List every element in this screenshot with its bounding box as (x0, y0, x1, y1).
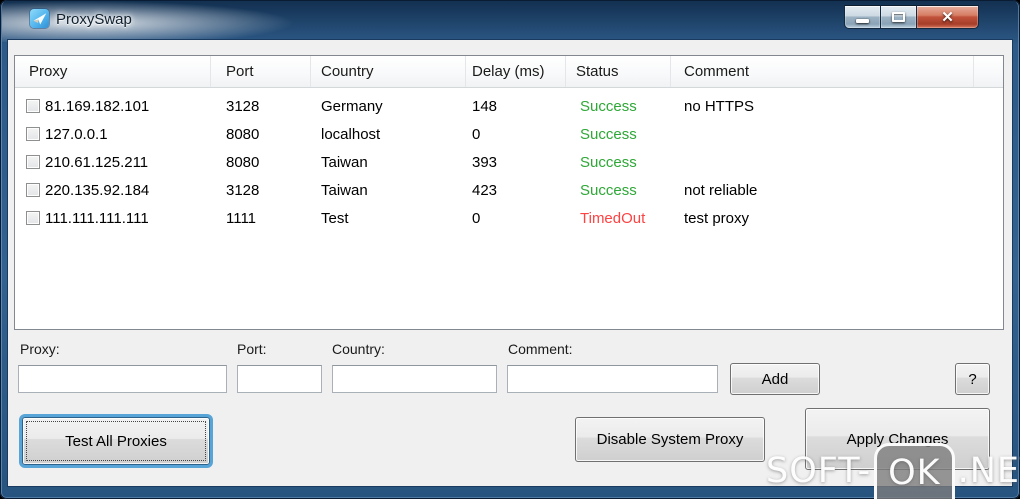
help-button[interactable]: ? (955, 363, 990, 395)
table-row[interactable]: 81.169.182.101 3128 Germany 148 Success … (15, 92, 1003, 120)
cell-proxy: 127.0.0.1 (45, 125, 108, 143)
table-row[interactable]: 111.111.111.111 1111 Test 0 TimedOut tes… (15, 204, 1003, 232)
port-field-label: Port: (237, 341, 267, 357)
maximize-button[interactable] (880, 5, 916, 29)
titlebar[interactable]: ProxySwap ✕ (0, 0, 1020, 42)
cell-port: 3128 (226, 181, 260, 199)
row-checkbox[interactable] (26, 99, 40, 113)
cell-delay: 423 (472, 181, 498, 199)
proxy-input[interactable] (18, 365, 227, 393)
column-header-filler (974, 56, 1003, 87)
cell-country: Germany (321, 97, 383, 115)
add-button[interactable]: Add (730, 363, 820, 395)
table-row[interactable]: 210.61.125.211 8080 Taiwan 393 Success (15, 148, 1003, 176)
disable-system-proxy-button[interactable]: Disable System Proxy (575, 417, 765, 462)
cell-port: 1111 (226, 209, 257, 227)
cell-delay: 393 (472, 153, 498, 171)
cell-port: 8080 (226, 125, 260, 143)
list-header: Proxy Port Country Delay (ms) Status Com… (15, 56, 1003, 88)
cell-country: Test (321, 209, 349, 227)
port-input[interactable] (237, 365, 322, 393)
cell-proxy: 220.135.92.184 (45, 181, 150, 199)
watermark-ok-badge: OK (874, 443, 955, 499)
comment-field-label: Comment: (508, 341, 573, 357)
country-input[interactable] (332, 365, 497, 393)
column-header-country[interactable]: Country (311, 56, 466, 87)
window-title: ProxySwap (56, 11, 132, 28)
minimize-button[interactable] (844, 5, 880, 29)
comment-input[interactable] (507, 365, 718, 393)
cell-delay: 0 (472, 209, 481, 227)
cell-comment: not reliable (684, 181, 758, 199)
cell-delay: 148 (472, 97, 498, 115)
soft-ok-net-watermark: SOFT- OK .NET (766, 443, 1020, 499)
list-body: 81.169.182.101 3128 Germany 148 Success … (15, 88, 1003, 232)
row-checkbox[interactable] (26, 127, 40, 141)
cell-country: Taiwan (321, 153, 368, 171)
column-header-proxy[interactable]: Proxy (15, 56, 211, 87)
close-button[interactable]: ✕ (916, 5, 979, 29)
cell-country: localhost (321, 125, 381, 143)
column-header-delay[interactable]: Delay (ms) (466, 56, 566, 87)
maximize-icon (892, 12, 905, 22)
test-all-proxies-button[interactable]: Test All Proxies (22, 417, 210, 465)
watermark-suffix: .NET (957, 451, 1020, 491)
cell-proxy: 111.111.111.111 (45, 209, 149, 227)
paper-plane-icon (33, 13, 47, 25)
cell-port: 3128 (226, 97, 260, 115)
table-row[interactable]: 127.0.0.1 8080 localhost 0 Success (15, 120, 1003, 148)
cell-status: Success (580, 153, 637, 171)
cell-country: Taiwan (321, 181, 368, 199)
cell-port: 8080 (226, 153, 260, 171)
column-header-status[interactable]: Status (566, 56, 671, 87)
row-checkbox[interactable] (26, 211, 40, 225)
minimize-icon (856, 19, 869, 23)
cell-proxy: 81.169.182.101 (45, 97, 150, 115)
country-field-label: Country: (332, 341, 385, 357)
table-row[interactable]: 220.135.92.184 3128 Taiwan 423 Success n… (15, 176, 1003, 204)
proxy-field-label: Proxy: (20, 341, 60, 357)
app-icon (30, 9, 49, 28)
row-checkbox[interactable] (26, 155, 40, 169)
cell-status: TimedOut (580, 209, 646, 227)
cell-comment: no HTTPS (684, 97, 755, 115)
cell-status: Success (580, 181, 637, 199)
cell-status: Success (580, 97, 637, 115)
proxy-list: Proxy Port Country Delay (ms) Status Com… (14, 55, 1004, 330)
close-icon: ✕ (941, 8, 954, 26)
cell-proxy: 210.61.125.211 (45, 153, 149, 171)
cell-delay: 0 (472, 125, 481, 143)
column-header-comment[interactable]: Comment (671, 56, 974, 87)
caption-buttons: ✕ (844, 5, 979, 29)
watermark-prefix: SOFT- (766, 451, 872, 491)
app-window: ProxySwap ✕ Proxy Port Country Delay (ms… (0, 0, 1020, 499)
row-checkbox[interactable] (26, 183, 40, 197)
cell-comment: test proxy (684, 209, 750, 227)
column-header-port[interactable]: Port (211, 56, 311, 87)
client-area: Proxy Port Country Delay (ms) Status Com… (7, 39, 1013, 487)
cell-status: Success (580, 125, 637, 143)
